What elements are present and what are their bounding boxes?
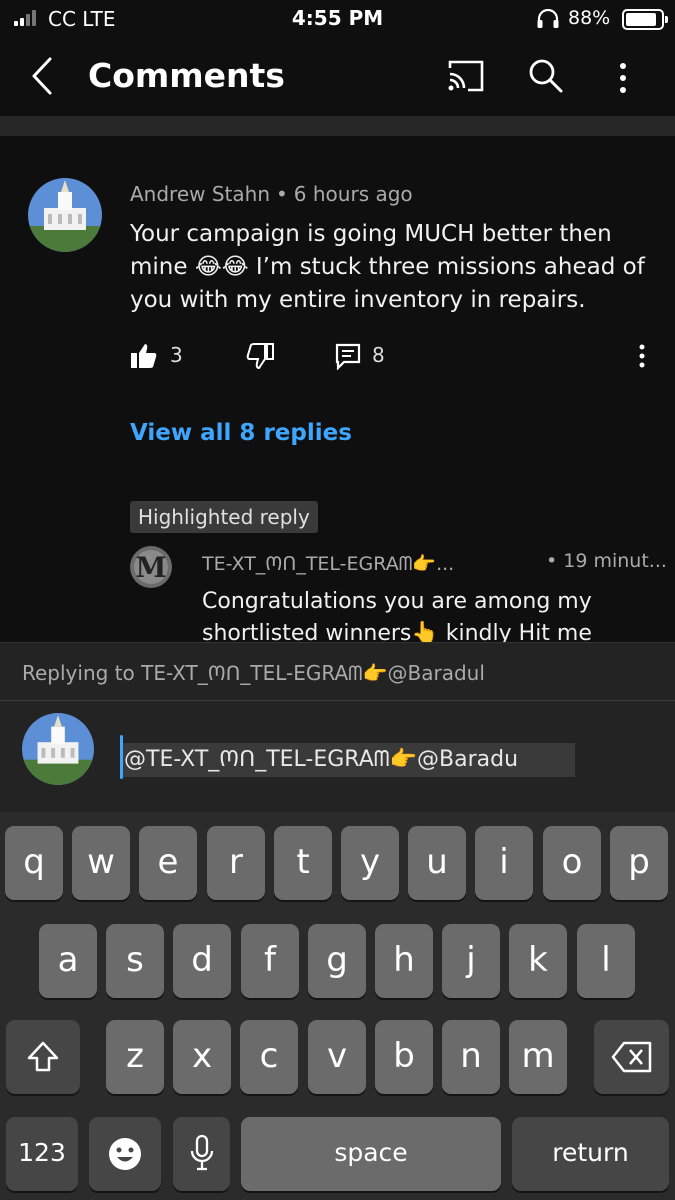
emoji-key[interactable] <box>89 1117 161 1191</box>
key-q[interactable]: q <box>5 826 63 900</box>
comment-author[interactable]: Andrew Stahn <box>130 182 270 206</box>
logo-m-icon: M <box>130 546 172 588</box>
highlighted-reply-badge: Highlighted reply <box>130 501 318 533</box>
back-arrow-icon[interactable] <box>28 56 58 96</box>
comment-more-icon[interactable] <box>628 342 656 370</box>
battery-level <box>626 13 656 26</box>
key-j[interactable]: j <box>442 924 500 998</box>
reply-avatar[interactable]: M <box>130 546 172 588</box>
comment-text: Your campaign is going MUCH better then … <box>130 221 645 313</box>
key-n[interactable]: n <box>442 1020 500 1094</box>
meta-separator: • <box>546 550 564 572</box>
key-m[interactable]: m <box>509 1020 567 1094</box>
reply-count: 8 <box>372 343 385 367</box>
view-replies-link[interactable]: View all 8 replies <box>130 420 352 446</box>
header-divider <box>0 116 675 136</box>
reply-age: 19 minut... <box>563 550 667 572</box>
reply-text: Congratulations you are among my shortli… <box>202 589 592 642</box>
headphones-icon <box>537 9 559 28</box>
user-avatar <box>22 713 94 785</box>
replying-to-banner: Replying to TE-XT_Ოᑎ_TEL-EGRAᗰ👉@Baradul <box>0 642 675 700</box>
numbers-key[interactable]: 123 <box>6 1117 78 1191</box>
key-b[interactable]: b <box>375 1020 433 1094</box>
avatar[interactable] <box>28 178 102 252</box>
more-vert-icon[interactable] <box>608 58 638 98</box>
avatar-letter: M <box>136 551 167 584</box>
temple-photo-icon <box>22 713 94 785</box>
comment-actions: 3 8 <box>130 340 660 374</box>
like-count: 3 <box>170 343 183 367</box>
reply-input[interactable]: @TE-XT_Ოᑎ_TEL-EGRAᗰ👉@Baradu <box>120 743 575 777</box>
key-v[interactable]: v <box>308 1020 366 1094</box>
app-bar: Comments <box>0 40 675 116</box>
key-c[interactable]: c <box>240 1020 298 1094</box>
keyboard: q w e r t y u i o p a s d f g h j k l z x c v b n m 123 space return <box>0 812 675 1200</box>
comment-age: 6 hours ago <box>293 182 413 206</box>
dislike-button[interactable] <box>246 342 274 370</box>
key-r[interactable]: r <box>207 826 265 900</box>
shift-icon <box>27 1041 59 1072</box>
temple-photo-icon <box>28 178 102 252</box>
page-title: Comments <box>88 56 285 95</box>
search-icon[interactable] <box>526 56 566 96</box>
key-p[interactable]: p <box>610 826 668 900</box>
key-t[interactable]: t <box>274 826 332 900</box>
text-cursor <box>120 735 123 779</box>
backspace-key[interactable] <box>594 1020 669 1094</box>
reply-age-line: • 19 minut... <box>546 550 667 572</box>
key-k[interactable]: k <box>509 924 567 998</box>
key-l[interactable]: l <box>577 924 635 998</box>
key-h[interactable]: h <box>375 924 433 998</box>
key-f[interactable]: f <box>241 924 299 998</box>
key-s[interactable]: s <box>106 924 164 998</box>
backspace-icon <box>611 1041 651 1073</box>
return-key[interactable]: return <box>512 1117 669 1191</box>
emoji-icon <box>109 1138 141 1170</box>
cast-icon[interactable] <box>446 58 486 94</box>
key-u[interactable]: u <box>408 826 466 900</box>
microphone-icon <box>190 1134 213 1171</box>
dictation-key[interactable] <box>173 1117 230 1191</box>
key-w[interactable]: w <box>72 826 130 900</box>
compose-bar: @TE-XT_Ოᑎ_TEL-EGRAᗰ👉@Baradu <box>0 700 675 812</box>
meta-separator: • <box>276 182 288 206</box>
key-g[interactable]: g <box>308 924 366 998</box>
key-e[interactable]: e <box>139 826 197 900</box>
key-a[interactable]: a <box>39 924 97 998</box>
key-d[interactable]: d <box>173 924 231 998</box>
key-o[interactable]: o <box>543 826 601 900</box>
battery-percent: 88% <box>568 7 611 29</box>
shift-key[interactable] <box>6 1020 80 1094</box>
comment-meta: Andrew Stahn • 6 hours ago <box>130 182 413 206</box>
status-bar: CC LTE 4:55 PM 88% <box>0 0 675 40</box>
key-y[interactable]: y <box>341 826 399 900</box>
reply-button[interactable] <box>334 342 362 370</box>
space-key[interactable]: space <box>241 1117 501 1191</box>
key-x[interactable]: x <box>173 1020 231 1094</box>
reply-author[interactable]: TE-XT_Ოᑎ_TEL-EGRAᗰ👉... <box>202 550 454 576</box>
replying-to-text: Replying to TE-XT_Ოᑎ_TEL-EGRAᗰ👉@Baradul <box>22 661 485 685</box>
like-button[interactable] <box>130 342 158 370</box>
key-i[interactable]: i <box>475 826 533 900</box>
key-z[interactable]: z <box>106 1020 164 1094</box>
battery-icon <box>622 9 668 30</box>
